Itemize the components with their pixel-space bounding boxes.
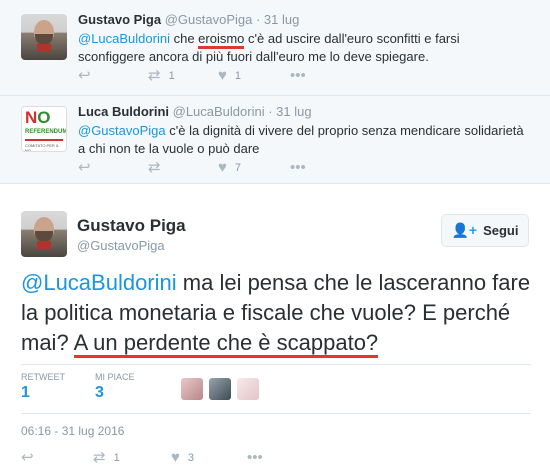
reply-button[interactable]: ↩ (78, 160, 91, 176)
heart-icon: ♥ (171, 449, 180, 466)
like-count: 3 (95, 384, 104, 401)
retweet-count: 1 (168, 70, 175, 82)
avatar[interactable] (21, 14, 67, 60)
reply-icon: ↩ (78, 67, 91, 84)
likers-avatars (181, 378, 265, 400)
reply-button[interactable]: ↩ (21, 450, 34, 466)
retweet-button[interactable]: ⇄ 1 (148, 68, 175, 84)
avatar[interactable]: NO REFERENDUM COMITATO PER IL NO (21, 106, 67, 152)
retweet-icon: ⇄ (148, 67, 161, 84)
tweet-actions: ↩ ⇄ 1 ♥ 3 ••• (21, 450, 531, 468)
highlighted-word: eroismo (198, 31, 245, 49)
reply-icon: ↩ (21, 449, 34, 466)
tweet-text: @LucaBuldorini che eroismo c'è ad uscire… (78, 31, 460, 64)
more-button[interactable]: ••• (290, 160, 306, 176)
retweet-icon: ⇄ (93, 449, 106, 466)
reply-icon: ↩ (78, 159, 91, 176)
follow-icon: 👤+ (451, 222, 478, 238)
reply-button[interactable]: ↩ (78, 68, 91, 84)
tweet-text: @GustavoPiga c'è la dignità di vivere de… (78, 123, 524, 156)
highlighted-phrase: A un perdente che è scappato? (73, 330, 379, 358)
tweet-timestamp[interactable]: 06:16 - 31 lug 2016 (21, 424, 124, 438)
retweet-button[interactable]: ⇄ 1 (93, 450, 120, 466)
tweet-date[interactable]: · 31 lug (268, 104, 311, 119)
more-button[interactable]: ••• (247, 450, 263, 466)
retweet-count: 1 (21, 384, 30, 401)
tweet-text: @LucaBuldorini ma lei pensa che le lasce… (21, 268, 531, 358)
reply-tweet-2[interactable]: NO REFERENDUM COMITATO PER IL NO Luca Bu… (0, 96, 550, 184)
author-name[interactable]: Gustavo Piga (78, 12, 161, 27)
mention-link[interactable]: @GustavoPiga (78, 123, 166, 138)
retweet-count: 1 (113, 452, 120, 464)
tweet-header: Gustavo Piga @GustavoPiga · 31 lug (78, 12, 299, 27)
tweet-stats: RETWEET 1 MI PIACE 3 (21, 364, 531, 414)
author-name[interactable]: Luca Buldorini (78, 104, 169, 119)
mention-link[interactable]: @LucaBuldorini (21, 270, 177, 295)
author-handle[interactable]: @GustavoPiga (165, 12, 253, 27)
like-button[interactable]: ♥ 3 (171, 450, 194, 466)
mention-link[interactable]: @LucaBuldorini (78, 31, 170, 46)
like-button[interactable]: ♥ 1 (218, 68, 241, 84)
like-count: 1 (234, 70, 242, 82)
more-button[interactable]: ••• (290, 68, 306, 84)
heart-icon: ♥ (218, 67, 227, 84)
retweet-stat[interactable]: RETWEET 1 (21, 372, 65, 402)
more-icon: ••• (290, 159, 306, 176)
author-handle[interactable]: @LucaBuldorini (173, 104, 265, 119)
like-stat[interactable]: MI PIACE 3 (95, 372, 135, 402)
liker-avatar[interactable] (237, 378, 259, 400)
retweet-button[interactable]: ⇄ (148, 160, 169, 176)
heart-icon: ♥ (218, 159, 227, 176)
like-button[interactable]: ♥ 7 (218, 160, 241, 176)
tweet-date[interactable]: · 31 lug (256, 12, 299, 27)
follow-button[interactable]: 👤+ Segui (441, 214, 529, 247)
more-icon: ••• (247, 449, 263, 466)
tweet-actions: ↩ ⇄ ♥ 7 ••• (78, 160, 518, 176)
main-tweet: Gustavo Piga @GustavoPiga 👤+ Segui @Luca… (0, 184, 550, 475)
retweet-icon: ⇄ (148, 159, 161, 176)
liker-avatar[interactable] (181, 378, 203, 400)
reply-tweet-1[interactable]: Gustavo Piga @GustavoPiga · 31 lug @Luca… (0, 0, 550, 96)
tweet-actions: ↩ ⇄ 1 ♥ 1 ••• (78, 68, 518, 84)
author-handle[interactable]: @GustavoPiga (77, 238, 165, 253)
like-count: 3 (187, 452, 195, 464)
like-count: 7 (234, 162, 242, 174)
liker-avatar[interactable] (209, 378, 231, 400)
tweet-header: Luca Buldorini @LucaBuldorini · 31 lug (78, 104, 312, 119)
author-name[interactable]: Gustavo Piga (77, 216, 186, 236)
more-icon: ••• (290, 67, 306, 84)
avatar[interactable] (21, 211, 67, 257)
